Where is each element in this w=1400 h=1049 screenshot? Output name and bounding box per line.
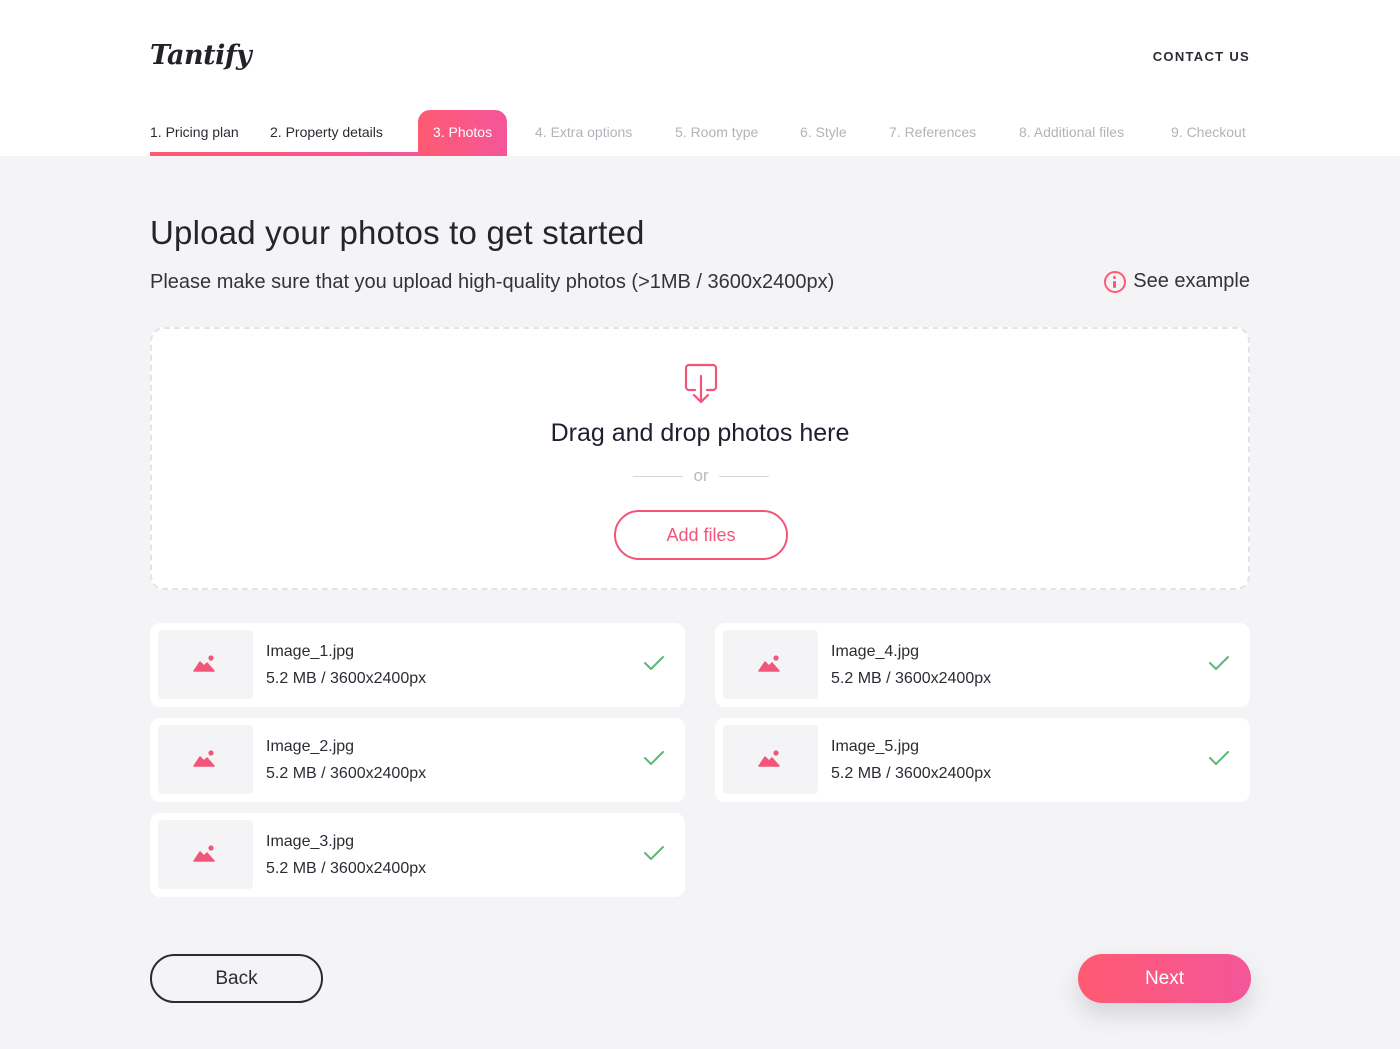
- file-card-image-2[interactable]: Image_2.jpg 5.2 MB / 3600x2400px: [150, 718, 685, 802]
- check-icon: [1209, 656, 1229, 670]
- add-files-button[interactable]: Add files: [614, 510, 788, 560]
- download-tray-icon: [684, 363, 718, 404]
- image-icon: [758, 655, 780, 672]
- image-icon: [193, 655, 215, 672]
- page-title: Upload your photos to get started: [150, 214, 645, 251]
- file-meta: 5.2 MB / 3600x2400px: [831, 765, 992, 782]
- file-meta: 5.2 MB / 3600x2400px: [266, 765, 427, 782]
- logo[interactable]: Tantify: [150, 40, 252, 71]
- image-icon: [193, 750, 215, 767]
- step-property-details[interactable]: 2. Property details: [270, 110, 383, 156]
- page-subtitle: Please make sure that you upload high-qu…: [150, 271, 835, 293]
- photo-dropzone[interactable]: Drag and drop photos here or Add files: [150, 327, 1250, 590]
- info-circle-icon: [1104, 270, 1127, 293]
- progress-underline: [150, 152, 420, 156]
- or-divider: or: [632, 465, 770, 487]
- step-room-type[interactable]: 5. Room type: [675, 110, 758, 156]
- file-card-image-1[interactable]: Image_1.jpg 5.2 MB / 3600x2400px: [150, 623, 685, 707]
- file-name: Image_2.jpg: [266, 738, 355, 755]
- file-thumbnail: [723, 725, 818, 794]
- see-example-link[interactable]: See example: [1104, 270, 1250, 293]
- file-name: Image_4.jpg: [831, 643, 920, 660]
- check-icon: [644, 751, 664, 765]
- file-thumbnail: [158, 630, 253, 699]
- check-icon: [644, 656, 664, 670]
- step-pricing-plan[interactable]: 1. Pricing plan: [150, 110, 239, 156]
- file-meta: 5.2 MB / 3600x2400px: [266, 670, 427, 687]
- image-icon: [758, 750, 780, 767]
- step-style[interactable]: 6. Style: [800, 110, 847, 156]
- next-button[interactable]: Next: [1078, 954, 1251, 1003]
- step-checkout[interactable]: 9. Checkout: [1171, 110, 1246, 156]
- check-icon: [1209, 751, 1229, 765]
- step-references[interactable]: 7. References: [889, 110, 976, 156]
- contact-us-link[interactable]: CONTACT US: [1153, 49, 1250, 64]
- file-thumbnail: [158, 725, 253, 794]
- file-name: Image_5.jpg: [831, 738, 920, 755]
- file-meta: 5.2 MB / 3600x2400px: [266, 860, 427, 877]
- file-thumbnail: [723, 630, 818, 699]
- file-name: Image_1.jpg: [266, 643, 355, 660]
- or-label: or: [693, 466, 709, 485]
- file-card-image-5[interactable]: Image_5.jpg 5.2 MB / 3600x2400px: [715, 718, 1250, 802]
- step-extra-options[interactable]: 4. Extra options: [535, 110, 632, 156]
- file-name: Image_3.jpg: [266, 833, 355, 850]
- step-additional-files[interactable]: 8. Additional files: [1019, 110, 1124, 156]
- step-photos[interactable]: 3. Photos: [418, 110, 507, 156]
- see-example-label: See example: [1133, 270, 1250, 292]
- file-card-image-3[interactable]: Image_3.jpg 5.2 MB / 3600x2400px: [150, 813, 685, 897]
- file-card-image-4[interactable]: Image_4.jpg 5.2 MB / 3600x2400px: [715, 623, 1250, 707]
- top-bar: Tantify CONTACT US 1. Pricing plan 2. Pr…: [0, 0, 1400, 156]
- image-icon: [193, 845, 215, 862]
- dropzone-text: Drag and drop photos here: [550, 419, 850, 447]
- step-nav: 1. Pricing plan 2. Property details 3. P…: [0, 110, 1400, 156]
- file-thumbnail: [158, 820, 253, 889]
- check-icon: [644, 846, 664, 860]
- back-button[interactable]: Back: [150, 954, 323, 1003]
- file-meta: 5.2 MB / 3600x2400px: [831, 670, 992, 687]
